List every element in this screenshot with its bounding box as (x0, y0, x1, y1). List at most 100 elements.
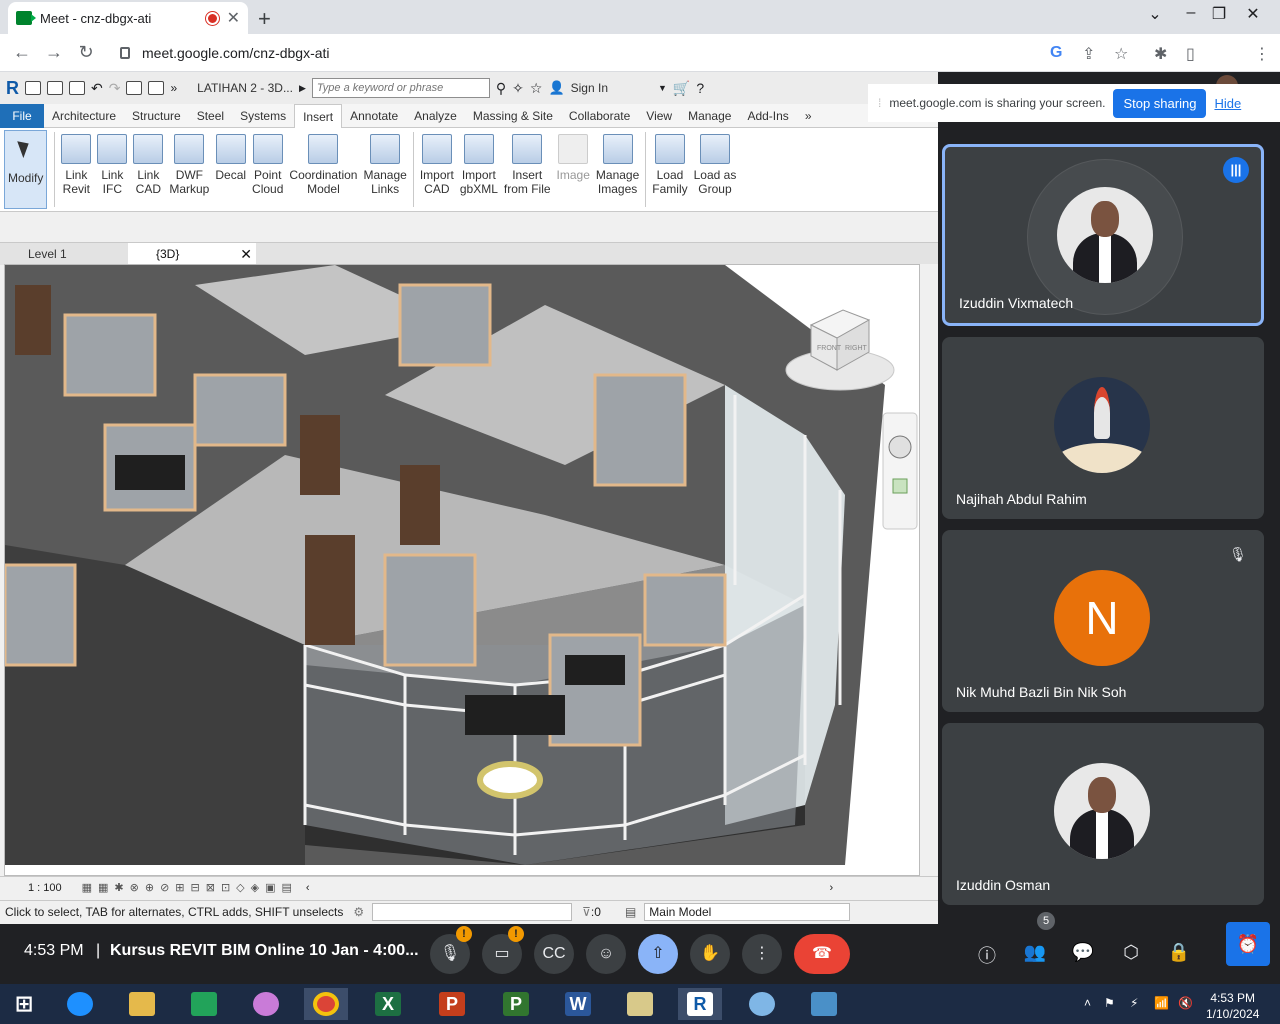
stop-sharing-button[interactable]: Stop sharing (1113, 88, 1207, 118)
ribbon-tab-add-ins[interactable]: Add-Ins (739, 104, 796, 128)
participant-tile[interactable]: Najihah Abdul Rahim (942, 337, 1264, 519)
ribbon-button-modify[interactable]: Modify (4, 130, 48, 209)
vertical-scrollbar[interactable] (920, 264, 934, 876)
project-icon[interactable]: P (494, 988, 538, 1020)
measure-icon[interactable] (148, 81, 165, 95)
close-window-button[interactable]: ✕ (1238, 4, 1268, 24)
help-search-input[interactable] (311, 78, 490, 98)
tray-volume-icon[interactable]: 🔇 (1178, 996, 1193, 1010)
participant-tile[interactable]: 🎙 N Nik Muhd Bazli Bin Nik Soh (942, 530, 1264, 712)
editable-only-icon[interactable]: ▤ (625, 905, 636, 919)
powerpoint-icon[interactable]: P (430, 988, 474, 1020)
ribbon-tab-view[interactable]: View (638, 104, 680, 128)
more-options-button[interactable]: ⋮ (742, 934, 782, 974)
ribbon-button-import-gbxml[interactable]: Import gbXML (457, 130, 501, 209)
help-icon[interactable]: ? (696, 80, 704, 96)
view-tab-level-1[interactable]: Level 1 (0, 243, 128, 265)
photos-icon[interactable] (802, 988, 846, 1020)
extensions-icon[interactable]: ✱ (1154, 44, 1167, 64)
tray-overflow-icon[interactable]: ˄ (1084, 996, 1091, 1010)
ribbon-tab-architecture[interactable]: Architecture (44, 104, 124, 128)
workset-dropdown[interactable] (372, 902, 573, 921)
google-icon[interactable]: G (1050, 44, 1062, 62)
ribbon-button-manage-links[interactable]: Manage Links (360, 130, 409, 209)
timer-alarm-button[interactable]: ⏰ (1226, 922, 1270, 966)
hide-banner-link[interactable]: Hide (1214, 96, 1241, 111)
word-icon[interactable]: W (556, 988, 600, 1020)
ribbon-button-import-cad[interactable]: Import CAD (417, 130, 457, 209)
ribbon-tab-collaborate[interactable]: Collaborate (561, 104, 638, 128)
chat-icon[interactable]: 💬 (1070, 942, 1096, 963)
participant-tile[interactable]: ||| Izuddin Vixmatech (942, 144, 1264, 326)
back-button[interactable]: ← (10, 42, 34, 63)
share-icon[interactable]: ⇪ (1082, 44, 1095, 64)
infocenter-icon[interactable]: ✧ (512, 80, 524, 97)
browser-menu-icon[interactable]: ⋮ (1254, 44, 1270, 64)
maximize-button[interactable]: ❐ (1204, 4, 1234, 24)
revit-logo-icon[interactable]: R (6, 78, 19, 99)
notepad-icon[interactable] (618, 988, 662, 1020)
drag-handle-icon[interactable]: ⁞ (878, 96, 881, 110)
ribbon-button-decal[interactable]: Decal (212, 130, 249, 209)
tray-flag-icon[interactable]: ⚑ (1104, 996, 1115, 1010)
ribbon-button-dwf-markup[interactable]: DWF Markup (166, 130, 212, 209)
ribbon-button-image[interactable]: Image (554, 130, 593, 209)
favorites-star-icon[interactable]: ☆ (530, 80, 543, 97)
close-tab-icon[interactable]: ✕ (227, 8, 240, 28)
ribbon-tab-structure[interactable]: Structure (124, 104, 189, 128)
excel-icon[interactable]: X (366, 988, 410, 1020)
close-view-icon[interactable]: ✕ (240, 243, 252, 265)
paint-icon[interactable] (740, 988, 784, 1020)
tray-network-icon[interactable]: 📶 (1154, 996, 1169, 1010)
design-option-dropdown[interactable]: Main Model (644, 902, 851, 921)
side-panel-icon[interactable]: ▯ (1186, 44, 1195, 64)
view-tab-3d[interactable]: {3D} ✕ (128, 243, 256, 265)
filter-icon[interactable]: ⊽ (582, 905, 591, 919)
host-controls-icon[interactable]: 🔒 (1166, 942, 1192, 963)
bookmark-star-icon[interactable]: ☆ (1114, 44, 1128, 64)
address-bar[interactable]: meet.google.com/cnz-dbgx-ati (110, 39, 1110, 67)
internet-explorer-icon[interactable] (58, 988, 102, 1020)
browser-tab[interactable]: Meet - cnz-dbgx-ati ✕ (8, 2, 248, 34)
open-icon[interactable] (25, 81, 41, 95)
graphics-app-icon[interactable] (244, 988, 288, 1020)
store-icon[interactable] (182, 988, 226, 1020)
print-icon[interactable] (126, 81, 143, 95)
ribbon-button-link-cad[interactable]: Link CAD (130, 130, 166, 209)
ribbon-tab-manage[interactable]: Manage (680, 104, 739, 128)
3d-viewport[interactable]: FRONT RIGHT (4, 264, 920, 876)
emoji-button[interactable]: ☺ (586, 934, 626, 974)
ribbon-button-coordination-model[interactable]: Coordination Model (286, 130, 360, 209)
worksharing-icon[interactable]: ⚙ (353, 905, 364, 919)
start-button[interactable]: ⊞ (2, 988, 46, 1020)
activities-icon[interactable]: ⬡ (1118, 942, 1144, 963)
end-call-button[interactable]: ☎ (794, 934, 850, 974)
sync-icon[interactable] (69, 81, 85, 95)
reload-button[interactable]: ↻ (74, 42, 98, 63)
sign-in-link[interactable]: Sign In (571, 81, 608, 95)
signin-dropdown-icon[interactable]: ▼ (658, 83, 667, 93)
ribbon-button-point-cloud[interactable]: Point Cloud (249, 130, 286, 209)
captions-button[interactable]: CC (534, 934, 574, 974)
ribbon-tab-massing-site[interactable]: Massing & Site (465, 104, 561, 128)
ribbon-button-load-as-group[interactable]: Load as Group (691, 130, 740, 209)
redo-icon[interactable]: ↷ (109, 80, 121, 97)
ribbon-tab-annotate[interactable]: Annotate (342, 104, 406, 128)
present-screen-button[interactable]: ⇧ (638, 934, 678, 974)
forward-button[interactable]: → (42, 42, 66, 63)
view-scale[interactable]: 1 : 100 (28, 882, 62, 894)
chrome-icon[interactable] (304, 988, 348, 1020)
save-icon[interactable] (47, 81, 63, 95)
cart-icon[interactable]: 🛒 (673, 80, 690, 97)
qat-overflow-icon[interactable]: » (170, 81, 177, 95)
ribbon-tab-file[interactable]: File (0, 103, 44, 128)
ribbon-tab-insert[interactable]: Insert (294, 103, 343, 128)
ribbon-button-insert-from-file[interactable]: Insert from File (501, 130, 554, 209)
scroll-left-icon[interactable]: ‹ (306, 882, 310, 894)
view-controls-icon[interactable]: ▦▦✱⊗⊕⊘⊞⊟⊠⊡◇◈▣▤ (82, 881, 298, 894)
ribbon-tab-systems[interactable]: Systems (232, 104, 294, 128)
people-icon[interactable]: 👥 (1022, 942, 1048, 963)
scroll-right-icon[interactable]: › (830, 882, 834, 894)
revit-taskbar-icon[interactable]: R (678, 988, 722, 1020)
participant-tile[interactable]: Izuddin Osman (942, 723, 1264, 905)
